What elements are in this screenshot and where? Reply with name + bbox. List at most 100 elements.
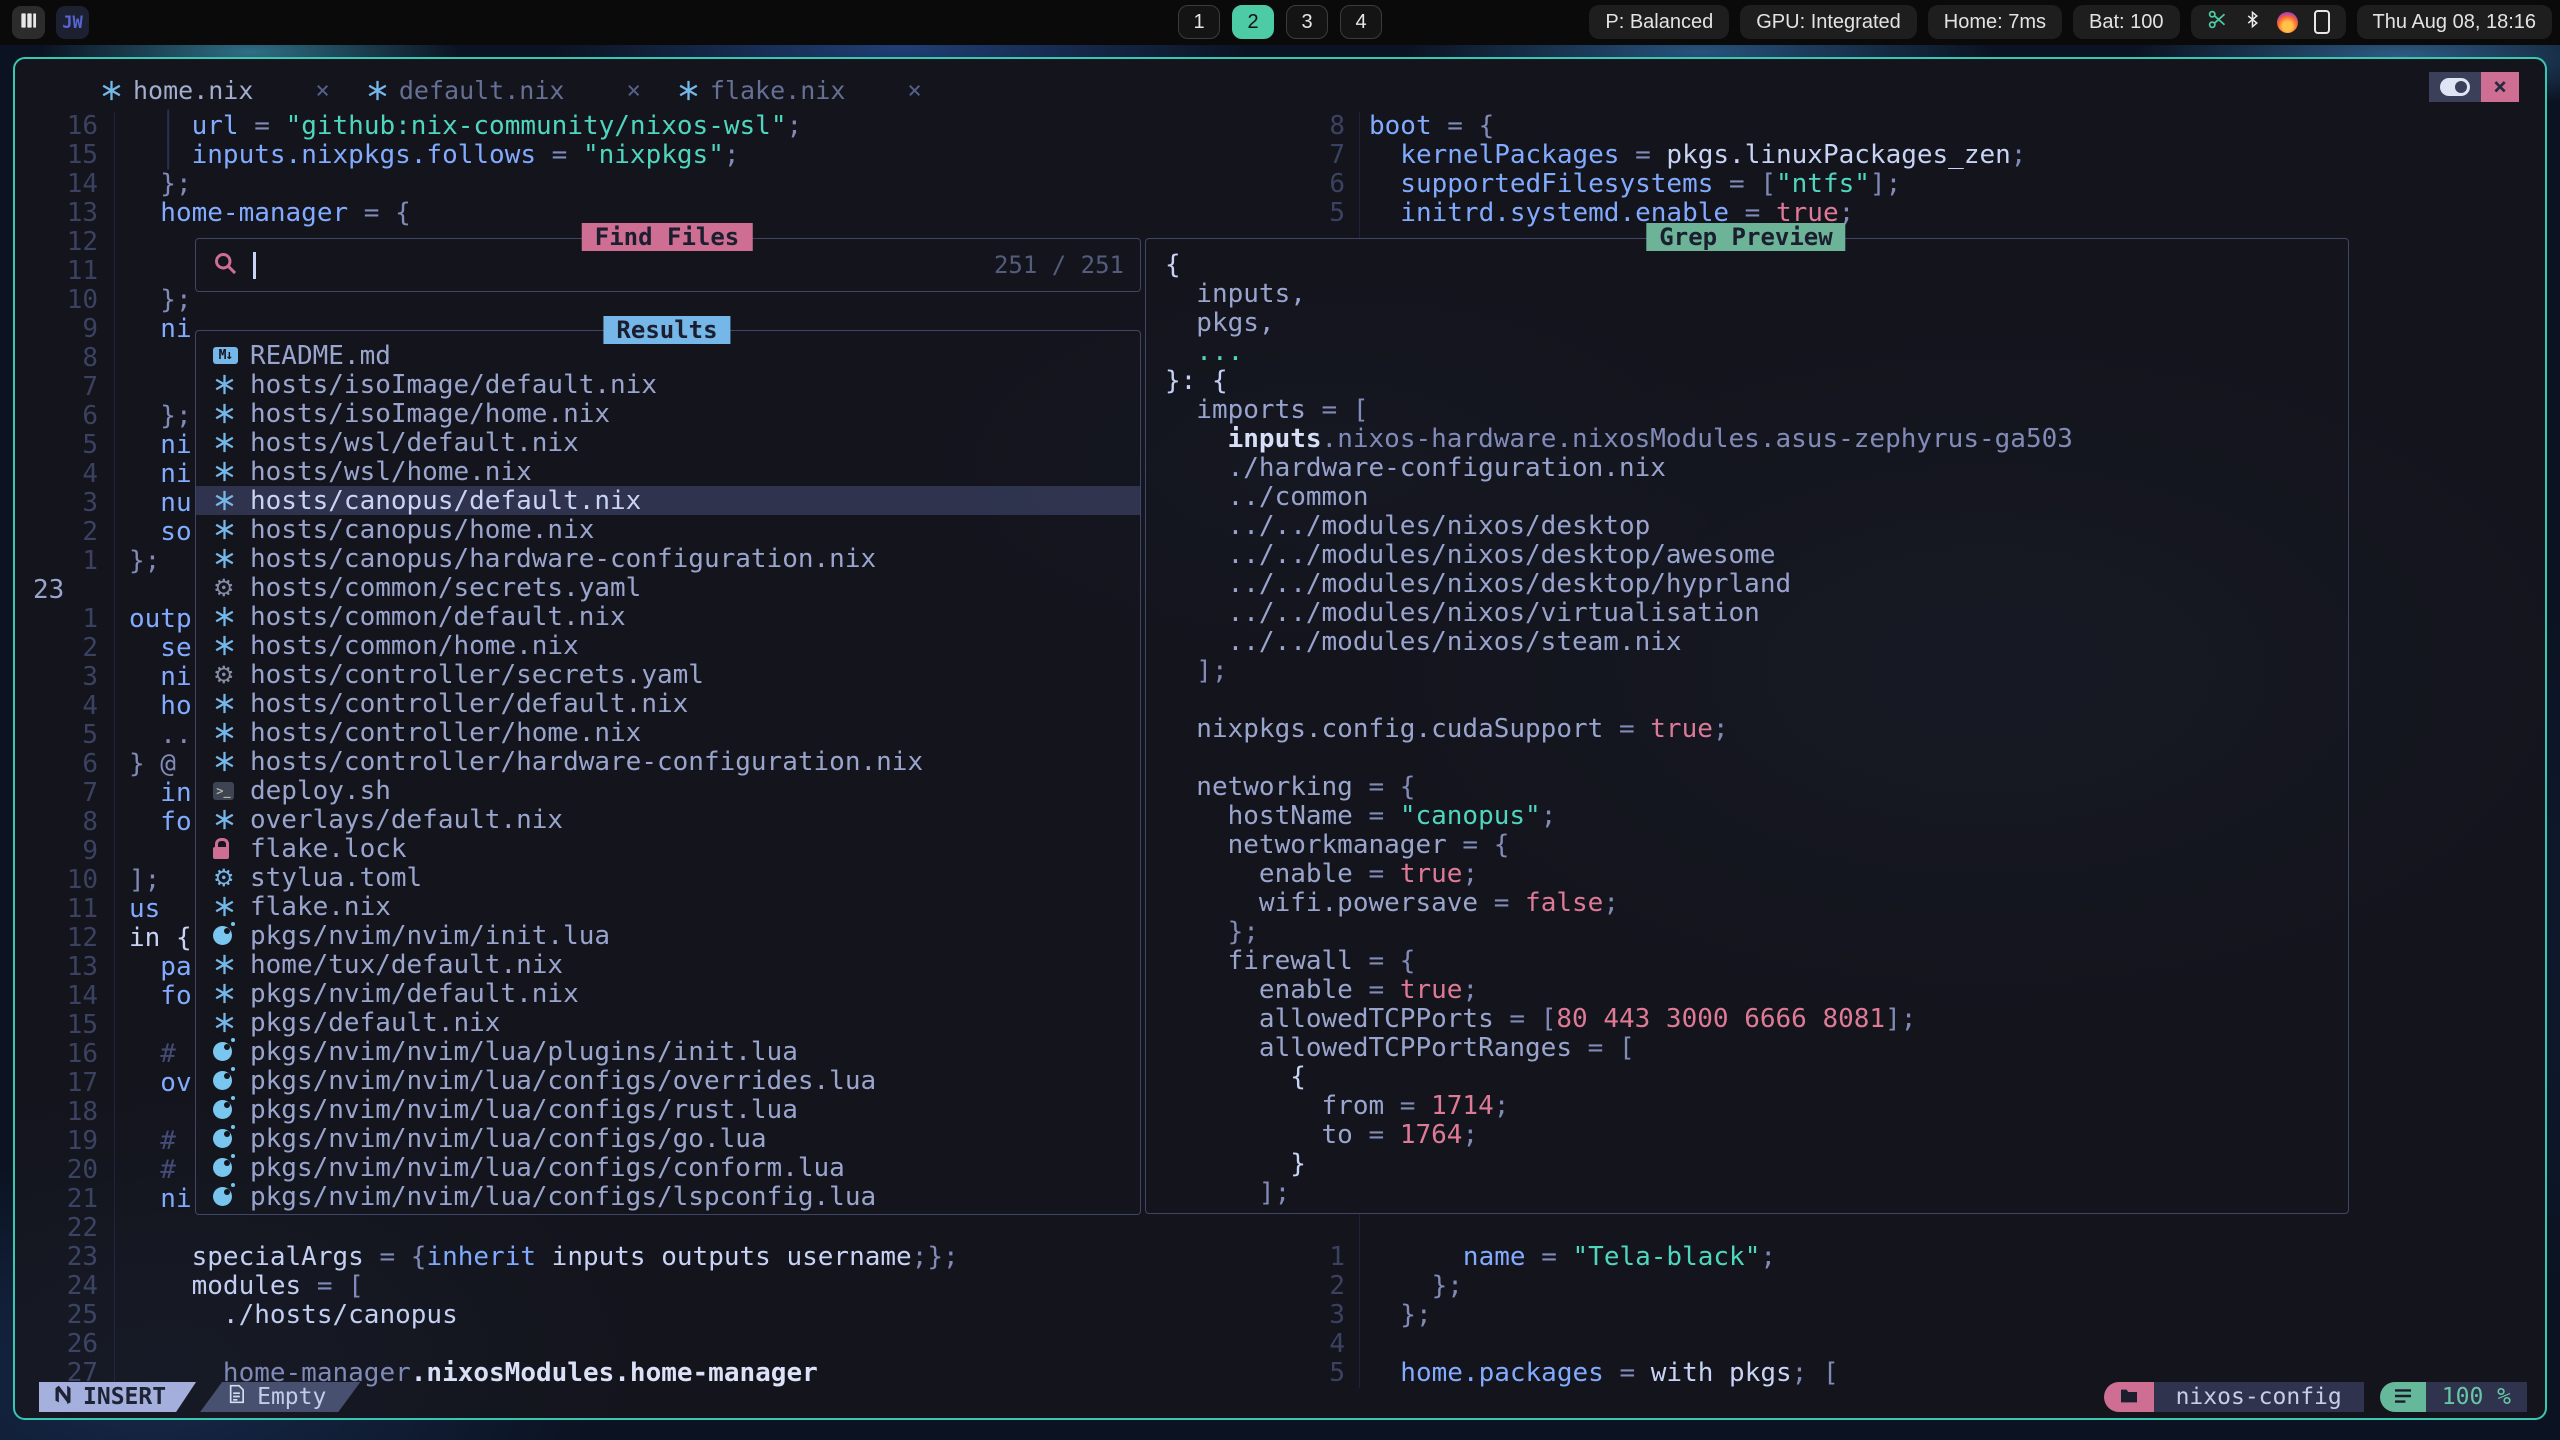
network-scissors-icon[interactable]: [2207, 9, 2228, 36]
result-item[interactable]: hosts/controller/hardware-configuration.…: [196, 747, 1140, 776]
result-item-label: stylua.toml: [250, 863, 422, 893]
result-item-label: pkgs/nvim/nvim/lua/configs/lspconfig.lua: [250, 1182, 876, 1212]
result-item[interactable]: flake.nix: [196, 892, 1140, 921]
code-line: 20 #: [15, 1156, 176, 1185]
tab-close-icon[interactable]: ×: [626, 76, 640, 104]
lua-file-icon: [213, 926, 250, 945]
tab-close-icon[interactable]: ×: [907, 76, 921, 104]
result-item[interactable]: pkgs/nvim/nvim/lua/configs/conform.lua: [196, 1153, 1140, 1182]
preview-code-line: enable = true;: [1165, 860, 2073, 889]
preview-code-line: ../../modules/nixos/virtualisation: [1165, 599, 2073, 628]
window-close-button[interactable]: ×: [2481, 72, 2519, 102]
scroll-segment-icon-box: [2380, 1382, 2426, 1412]
code-line: 1outp: [15, 605, 192, 634]
code-line: 24 modules = [: [15, 1272, 364, 1301]
result-item[interactable]: hosts/controller/default.nix: [196, 689, 1140, 718]
result-item[interactable]: pkgs/nvim/nvim/lua/configs/go.lua: [196, 1124, 1140, 1153]
result-item[interactable]: pkgs/nvim/nvim/lua/configs/overrides.lua: [196, 1066, 1140, 1095]
preview-code-line: hostName = "canopus";: [1165, 802, 2073, 831]
tab-close-icon[interactable]: ×: [315, 76, 329, 104]
result-item[interactable]: ⚙hosts/common/secrets.yaml: [196, 573, 1140, 602]
code-line: 6 supportedFilesystems = ["ntfs"];: [1309, 170, 1901, 199]
workspace-button-2[interactable]: 2: [1232, 5, 1274, 39]
nix-file-icon: [213, 692, 250, 715]
preview-code-line: allowedTCPPorts = [80 443 3000 6666 8081…: [1165, 1005, 2073, 1034]
search-icon: [212, 250, 239, 281]
result-item[interactable]: >_deploy.sh: [196, 776, 1140, 805]
result-item[interactable]: hosts/controller/home.nix: [196, 718, 1140, 747]
result-item-label: pkgs/nvim/nvim/init.lua: [250, 921, 610, 951]
bluetooth-icon[interactable]: [2244, 9, 2261, 36]
clock-module: Thu Aug 08, 18:16: [2357, 5, 2552, 39]
result-item-label: hosts/isoImage/home.nix: [250, 399, 610, 429]
result-item[interactable]: pkgs/nvim/default.nix: [196, 979, 1140, 1008]
result-item[interactable]: hosts/isoImage/home.nix: [196, 399, 1140, 428]
lua-file-icon: [213, 1129, 250, 1148]
result-item[interactable]: hosts/common/default.nix: [196, 602, 1140, 631]
result-item[interactable]: hosts/wsl/home.nix: [196, 457, 1140, 486]
result-item[interactable]: hosts/canopus/default.nix: [196, 486, 1140, 515]
result-item[interactable]: pkgs/nvim/nvim/lua/plugins/init.lua: [196, 1037, 1140, 1066]
result-item[interactable]: flake.lock: [196, 834, 1140, 863]
tab-home.nix[interactable]: home.nix×: [100, 76, 330, 105]
result-item-label: overlays/default.nix: [250, 805, 563, 835]
document-icon: [228, 1384, 245, 1410]
workspace-button-4[interactable]: 4: [1340, 5, 1382, 39]
markdown-file-icon: M↓: [213, 347, 250, 364]
tab-flake.nix[interactable]: flake.nix ×: [677, 76, 922, 105]
results-title: Results: [603, 316, 730, 344]
tab-label: flake.nix: [710, 76, 845, 105]
battery-module: Bat: 100: [2073, 5, 2180, 39]
nix-file-icon: [213, 373, 250, 396]
code-line: 2 so: [15, 518, 192, 547]
preview-code-line: };: [1165, 918, 2073, 947]
code-line: 19 #: [15, 1127, 176, 1156]
result-item[interactable]: pkgs/nvim/nvim/init.lua: [196, 921, 1140, 950]
preview-code-line: {: [1165, 251, 2073, 280]
code-line: 13 pa: [15, 953, 192, 982]
result-item[interactable]: ⚙hosts/controller/secrets.yaml: [196, 660, 1140, 689]
result-item[interactable]: pkgs/nvim/nvim/lua/configs/lspconfig.lua: [196, 1182, 1140, 1211]
result-item[interactable]: hosts/isoImage/default.nix: [196, 370, 1140, 399]
preview-code-line: ../../modules/nixos/desktop/hyprland: [1165, 570, 2073, 599]
workspace-button-3[interactable]: 3: [1286, 5, 1328, 39]
result-item[interactable]: hosts/common/home.nix: [196, 631, 1140, 660]
preview-code-line: enable = true;: [1165, 976, 2073, 1005]
preview-code-line: ];: [1165, 657, 2073, 686]
nix-file-icon: [213, 982, 250, 1005]
preview-code-line: ../../modules/nixos/desktop/awesome: [1165, 541, 2073, 570]
grep-preview-title: Grep Preview: [1646, 223, 1845, 251]
result-item[interactable]: M↓README.md: [196, 341, 1140, 370]
code-line: 14 };: [15, 170, 192, 199]
result-item[interactable]: hosts/canopus/home.nix: [196, 515, 1140, 544]
hotspot-flame-icon[interactable]: [2277, 12, 2298, 33]
code-line: 7: [15, 373, 129, 402]
shell-file-icon: >_: [213, 782, 250, 800]
preview-code-line: {: [1165, 1063, 2073, 1092]
status-bar: JW 1234 P: Balanced GPU: Integrated Home…: [0, 0, 2560, 45]
result-item-label: README.md: [250, 341, 391, 371]
nix-file-icon: [213, 895, 250, 918]
phone-icon[interactable]: [2314, 10, 2330, 34]
code-line: 8: [15, 344, 129, 373]
app-launcher-button[interactable]: [12, 6, 45, 39]
tab-default.nix[interactable]: default.nix×: [366, 76, 641, 105]
workspace-button-1[interactable]: 1: [1178, 5, 1220, 39]
window-toggle-button[interactable]: [2429, 72, 2481, 102]
preview-code-line: ];: [1165, 1179, 2073, 1208]
nix-file-icon: [213, 721, 250, 744]
result-item[interactable]: overlays/default.nix: [196, 805, 1140, 834]
nix-file-icon: [213, 402, 250, 425]
code-line: 22: [15, 1214, 129, 1243]
result-item[interactable]: pkgs/nvim/nvim/lua/configs/rust.lua: [196, 1095, 1140, 1124]
result-item[interactable]: hosts/canopus/hardware-configuration.nix: [196, 544, 1140, 573]
preview-code-line: ../../modules/nixos/desktop: [1165, 512, 2073, 541]
result-item[interactable]: hosts/wsl/default.nix: [196, 428, 1140, 457]
code-line: 23: [15, 576, 147, 605]
result-item[interactable]: ⚙stylua.toml: [196, 863, 1140, 892]
code-line: 11: [15, 257, 129, 286]
logo-button[interactable]: JW: [56, 6, 89, 39]
result-item[interactable]: home/tux/default.nix: [196, 950, 1140, 979]
result-item[interactable]: pkgs/default.nix: [196, 1008, 1140, 1037]
code-line: 9 ni: [15, 315, 192, 344]
